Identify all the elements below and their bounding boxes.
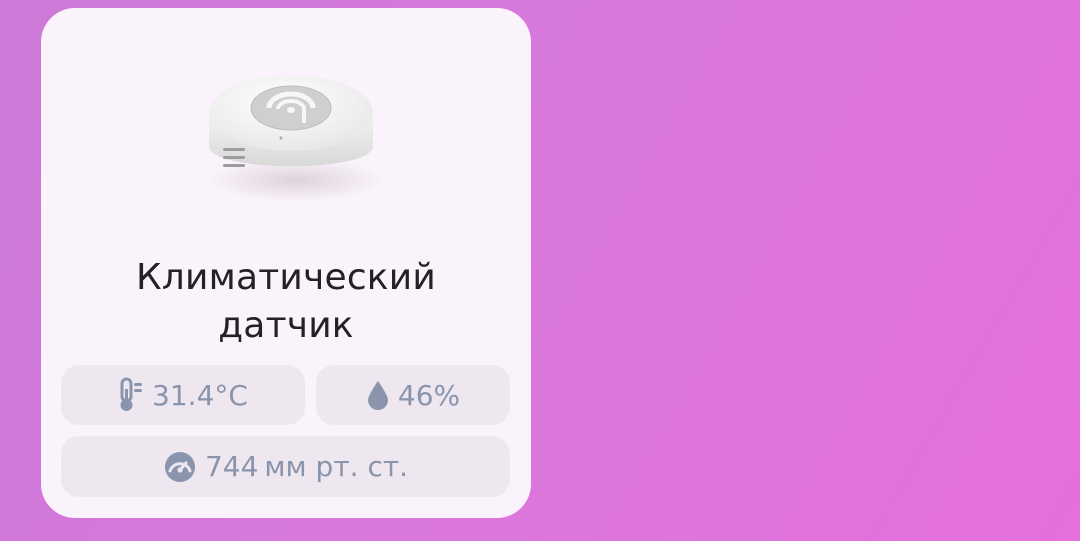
device-title-line2: датчик [218,305,354,346]
temperature-value: 31.4°C [152,378,248,412]
climate-sensor-image [201,68,384,208]
device-title: Климатический датчик [41,254,531,350]
water-drop-icon [366,379,390,411]
device-card[interactable]: Климатический датчик 31.4°C 46% 744 мм р… [41,8,531,518]
gauge-icon [163,450,197,484]
humidity-reading: 46% [316,365,510,425]
thermometer-icon [118,377,144,413]
pressure-unit: мм рт. ст. [264,450,409,483]
pressure-reading: 744 мм рт. ст. [61,436,510,497]
temperature-reading: 31.4°C [61,365,305,425]
device-title-line1: Климатический [136,257,436,298]
humidity-value: 46% [397,378,461,412]
climate-sensor-illustration [208,75,384,202]
pressure-value: 744 [204,450,259,483]
